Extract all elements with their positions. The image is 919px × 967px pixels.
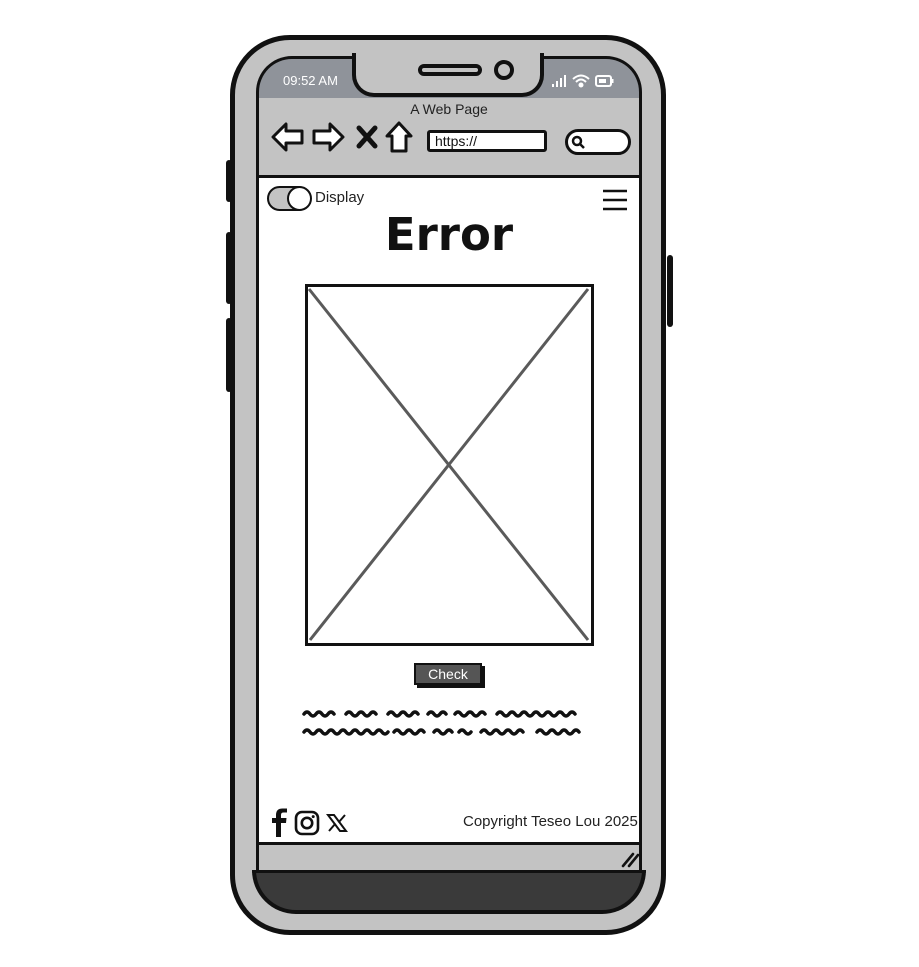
wifi-icon bbox=[572, 74, 590, 88]
resize-handle-icon[interactable] bbox=[620, 850, 640, 868]
browser-page-title: A Web Page bbox=[410, 101, 488, 117]
url-input[interactable]: https:// bbox=[427, 130, 547, 152]
check-button[interactable]: Check bbox=[414, 663, 482, 685]
placeholder-text-scribble bbox=[302, 710, 581, 736]
x-icon[interactable] bbox=[326, 808, 348, 838]
side-button-volume-up bbox=[226, 232, 232, 304]
image-placeholder bbox=[305, 284, 594, 646]
page-title: Error bbox=[384, 208, 514, 261]
facebook-icon[interactable] bbox=[269, 808, 289, 838]
display-toggle-label: Display bbox=[315, 189, 365, 206]
side-button-power bbox=[667, 255, 673, 327]
battery-icon bbox=[595, 75, 614, 87]
instagram-icon[interactable] bbox=[294, 808, 320, 838]
side-button-volume-down bbox=[226, 318, 232, 392]
browser-search-field[interactable] bbox=[565, 129, 631, 155]
speaker-icon bbox=[418, 64, 482, 76]
status-time: 09:52 AM bbox=[283, 73, 338, 88]
copyright-text: Copyright Teseo Lou 2025 bbox=[463, 813, 638, 830]
phone-chin bbox=[252, 870, 646, 914]
status-icons bbox=[552, 74, 614, 88]
home-icon[interactable] bbox=[384, 120, 414, 154]
forward-arrow-icon[interactable] bbox=[310, 120, 346, 154]
back-arrow-icon[interactable] bbox=[270, 120, 306, 154]
close-icon[interactable] bbox=[354, 120, 380, 154]
signal-icon bbox=[552, 75, 566, 87]
camera-icon bbox=[494, 60, 514, 80]
side-button-mute bbox=[226, 160, 232, 202]
search-icon bbox=[571, 135, 585, 149]
